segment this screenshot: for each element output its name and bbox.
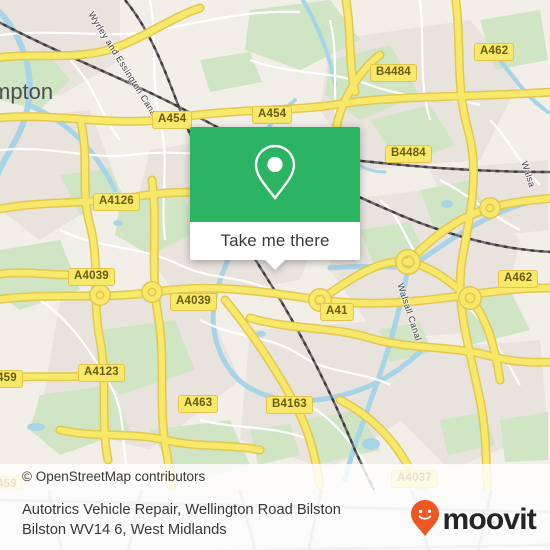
road-shield-a462-2[interactable]: A462 [498,270,539,288]
card-pin-area [190,127,360,222]
road-shield-a459[interactable]: 459 [0,370,23,388]
road-shield-b4163[interactable]: B4163 [266,396,313,414]
take-me-there-button[interactable]: Take me there [190,222,360,260]
footer-bar: Autotrics Vehicle Repair, Wellington Roa… [0,490,550,550]
map-attribution[interactable]: © OpenStreetMap contributors [0,464,550,490]
take-me-there-label: Take me there [220,231,330,250]
road-shield-a4039-2[interactable]: A4039 [170,293,217,311]
address-block: Autotrics Vehicle Repair, Wellington Roa… [22,500,341,540]
road-shield-a454-2[interactable]: A454 [152,111,193,129]
map-screenshot: mpton Wyrley and Essington Canal Walsall… [0,0,550,550]
moovit-smiley-pin-icon [410,499,440,542]
moovit-logo[interactable]: moovit [410,499,537,542]
place-label-wolverhampton: mpton [0,79,54,104]
location-pin-icon [252,143,298,206]
road-shield-a454[interactable]: A454 [252,106,293,124]
road-shield-a4126[interactable]: A4126 [93,193,140,211]
road-shield-a462[interactable]: A462 [474,43,515,61]
address-line-1: Autotrics Vehicle Repair, Wellington Roa… [22,502,341,518]
road-shield-a41[interactable]: A41 [320,303,354,321]
road-shield-b4484[interactable]: B4484 [370,64,417,82]
card-pointer-tail [264,259,286,270]
address-line-2: Bilston WV14 6, West Midlands [22,522,227,538]
road-shield-a4123[interactable]: A4123 [78,364,125,382]
road-shield-a4039[interactable]: A4039 [68,268,115,286]
road-shield-b4484-2[interactable]: B4484 [385,145,432,163]
road-shield-a463[interactable]: A463 [178,395,219,413]
moovit-wordmark: moovit [442,503,536,536]
take-me-there-card[interactable]: Take me there [190,127,360,270]
